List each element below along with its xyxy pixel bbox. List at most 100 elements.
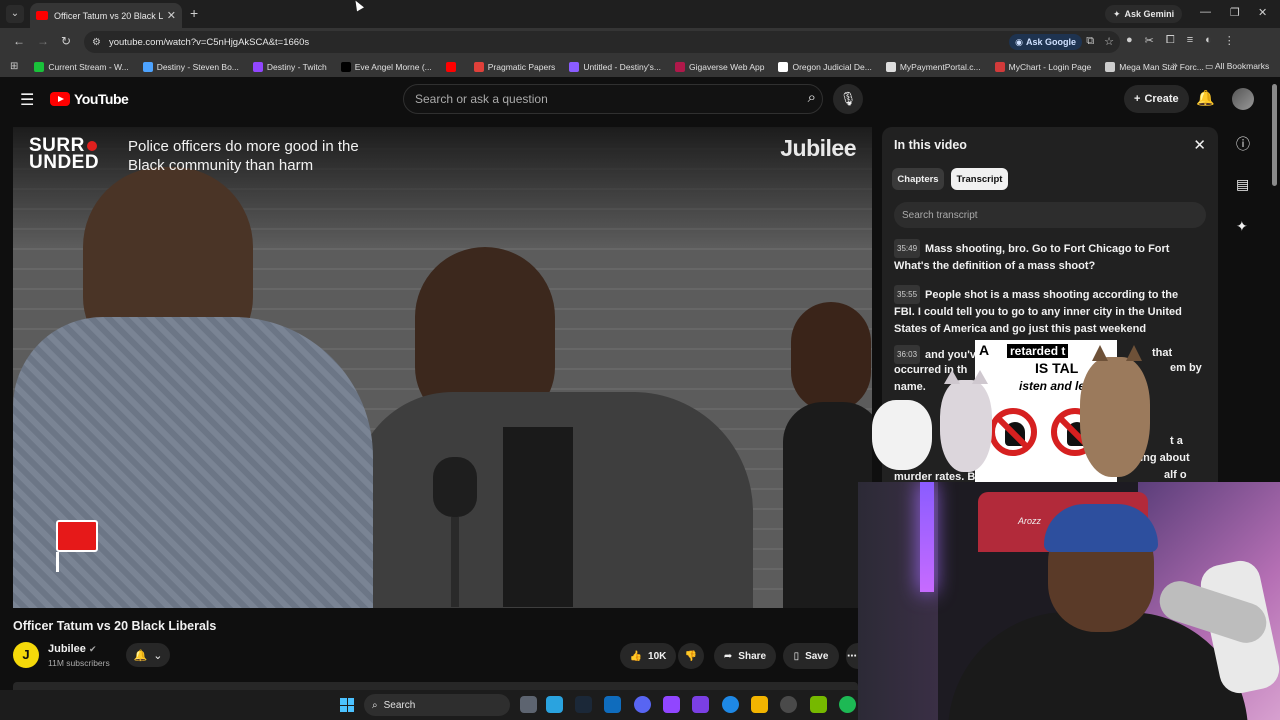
surrounded-logo-line2: UNDED — [29, 152, 100, 173]
streamer-webcam: Arozz — [858, 482, 1280, 720]
bookmark-favicon-icon — [569, 61, 580, 72]
discord-icon[interactable] — [634, 696, 651, 713]
bookmark-item[interactable]: Mega Man Star Forc... — [1105, 61, 1204, 72]
ask-google-button[interactable]: ◉ Ask Google — [1009, 34, 1082, 50]
app-icon[interactable] — [692, 696, 709, 713]
steam-icon[interactable] — [575, 696, 592, 713]
microphone-icon[interactable]: 🎙 — [833, 84, 863, 114]
all-bookmarks-label: All Bookmarks — [1214, 61, 1270, 71]
nvidia-icon[interactable] — [810, 696, 827, 713]
transcript-search-input[interactable] — [902, 209, 1192, 221]
task-view-icon[interactable] — [520, 696, 537, 713]
extensions-puzzle-icon[interactable]: ⧠ — [1166, 34, 1175, 47]
search-icon[interactable]: ⌕ — [808, 89, 816, 106]
apps-grid-icon[interactable]: ⊞ — [10, 61, 18, 72]
chevron-down-icon: ⌄ — [153, 649, 163, 662]
maximize-icon[interactable]: ❐ — [1230, 6, 1240, 19]
twitch-icon[interactable] — [663, 696, 680, 713]
sparkle-icon[interactable]: ✦ — [1236, 218, 1248, 235]
bookmark-item[interactable]: Gigaverse Web App — [675, 61, 764, 72]
bookmark-label: Current Stream - W... — [48, 61, 129, 72]
extension-icon[interactable]: ✂ — [1145, 34, 1154, 47]
youtube-logo[interactable]: YouTube — [50, 91, 129, 107]
forward-icon[interactable]: → — [37, 34, 49, 48]
spotify-icon[interactable] — [839, 696, 856, 713]
share-button[interactable]: ➦ Share — [714, 643, 776, 669]
profile-icon[interactable]: ◐ — [1205, 34, 1212, 47]
page-scrollbar[interactable] — [1272, 84, 1277, 186]
more-bookmarks-icon[interactable]: » — [1172, 60, 1178, 71]
chrome-icon[interactable] — [780, 696, 797, 713]
app-icon[interactable] — [546, 696, 563, 713]
close-window-icon[interactable]: ✕ — [1258, 6, 1267, 19]
app-icon[interactable] — [604, 696, 621, 713]
close-icon[interactable]: ✕ — [1193, 136, 1206, 154]
segment-timestamp[interactable]: 35:55 — [894, 285, 921, 304]
bookmark-item[interactable] — [445, 61, 460, 72]
all-bookmarks-button[interactable]: ▭ All Bookmarks — [1205, 61, 1269, 72]
bookmark-item[interactable]: Destiny - Steven Bo... — [142, 61, 239, 72]
search-input[interactable] — [415, 92, 775, 106]
bookmark-item[interactable]: Untitled - Destiny's... — [569, 61, 661, 72]
segment-text: People shot is a mass shooting according… — [894, 289, 1182, 335]
bookmark-item[interactable]: MyPaymentPortal.c... — [885, 61, 981, 72]
menu-icon[interactable]: ☰ — [20, 90, 34, 110]
bookmark-label: Mega Man Star Forc... — [1119, 61, 1204, 72]
bookmark-favicon-icon — [675, 61, 685, 72]
bookmark-item[interactable]: Pragmatic Papers — [473, 61, 555, 72]
extension-icon[interactable]: ● — [1126, 34, 1133, 47]
taskbar-search[interactable]: ⌕ Search — [364, 694, 510, 716]
more-actions-button[interactable]: ⋯ — [846, 643, 858, 669]
channel-name[interactable]: Jubilee ✔ — [48, 643, 97, 655]
save-button[interactable]: ▯ Save — [783, 643, 839, 669]
minimize-icon[interactable]: — — [1200, 6, 1211, 18]
edge-icon[interactable] — [722, 696, 739, 713]
browser-tab[interactable]: Officer Tatum vs 20 Black Libera ✕ — [30, 3, 182, 28]
new-tab-button[interactable]: + — [190, 5, 198, 21]
description-box[interactable] — [13, 682, 858, 690]
tab-transcript[interactable]: Transcript — [951, 168, 1008, 190]
subscription-bell-button[interactable]: 🔔 ⌄ — [126, 643, 170, 667]
bookmark-label: Destiny - Steven Bo... — [156, 61, 239, 72]
bookmark-item[interactable]: MyChart - Login Page — [994, 61, 1091, 72]
segment-timestamp[interactable]: 35:49 — [894, 239, 921, 258]
save-label: Save — [805, 650, 829, 662]
bookmark-favicon-icon — [778, 61, 789, 72]
file-explorer-icon[interactable] — [751, 696, 768, 713]
url-text[interactable]: youtube.com/watch?v=C5nHjgAkSCA&t=1660s — [109, 37, 309, 48]
bookmark-item[interactable]: Destiny - Twitch — [252, 61, 327, 72]
ask-gemini-button[interactable]: ✦ Ask Gemini — [1105, 5, 1183, 23]
transcript-segment[interactable]: 35:55 People shot is a mass shooting acco… — [894, 285, 1198, 338]
channel-avatar[interactable]: J — [13, 642, 39, 668]
notifications-bell-icon[interactable]: 🔔 — [1196, 89, 1215, 107]
segment-text: name. — [894, 381, 926, 393]
windows-start-icon[interactable] — [340, 698, 354, 712]
bookmark-item[interactable]: Current Stream - W... — [34, 61, 129, 72]
media-controls-icon[interactable]: ≡ — [1187, 34, 1193, 47]
account-avatar[interactable] — [1232, 88, 1254, 110]
menu-dots-icon[interactable]: ⋮ — [1224, 34, 1235, 47]
transcript-segment[interactable]: 35:49 Mass shooting, bro. Go to Fort Chic… — [894, 239, 1198, 275]
tab-close-button[interactable]: ✕ — [167, 9, 176, 22]
tab-list-button[interactable]: ⌄ — [6, 5, 24, 23]
plus-icon: + — [1134, 93, 1141, 105]
install-app-icon[interactable]: ⧉ — [1086, 35, 1094, 48]
like-button[interactable]: 👍 10K — [620, 643, 676, 669]
video-player[interactable]: SURR UNDED Police officers do more good … — [13, 127, 872, 608]
bookmark-star-icon[interactable]: ☆ — [1104, 35, 1114, 48]
info-icon[interactable]: ⓘ — [1236, 134, 1250, 154]
dislike-button[interactable]: 👎 — [678, 643, 704, 669]
site-info-icon[interactable]: ⚙ — [92, 37, 101, 48]
bookmark-item[interactable]: Oregon Judicial De... — [778, 61, 872, 72]
bookmark-favicon-icon — [34, 61, 45, 72]
bookmark-item[interactable]: Eve Angel Morne (... — [340, 61, 432, 72]
tab-chapters[interactable]: Chapters — [892, 168, 944, 190]
back-icon[interactable]: ← — [13, 34, 25, 48]
create-button[interactable]: + Create — [1124, 85, 1189, 113]
browser-tab-strip: ⌄ Officer Tatum vs 20 Black Libera ✕ + ✦… — [0, 0, 1280, 28]
led-light — [920, 482, 934, 592]
reload-icon[interactable]: ↻ — [61, 34, 71, 48]
bookmark-favicon-icon — [1105, 61, 1116, 72]
omnibox[interactable]: ⚙ youtube.com/watch?v=C5nHjgAkSCA&t=1660… — [84, 31, 1120, 53]
chat-icon[interactable]: ▤ — [1236, 176, 1249, 193]
